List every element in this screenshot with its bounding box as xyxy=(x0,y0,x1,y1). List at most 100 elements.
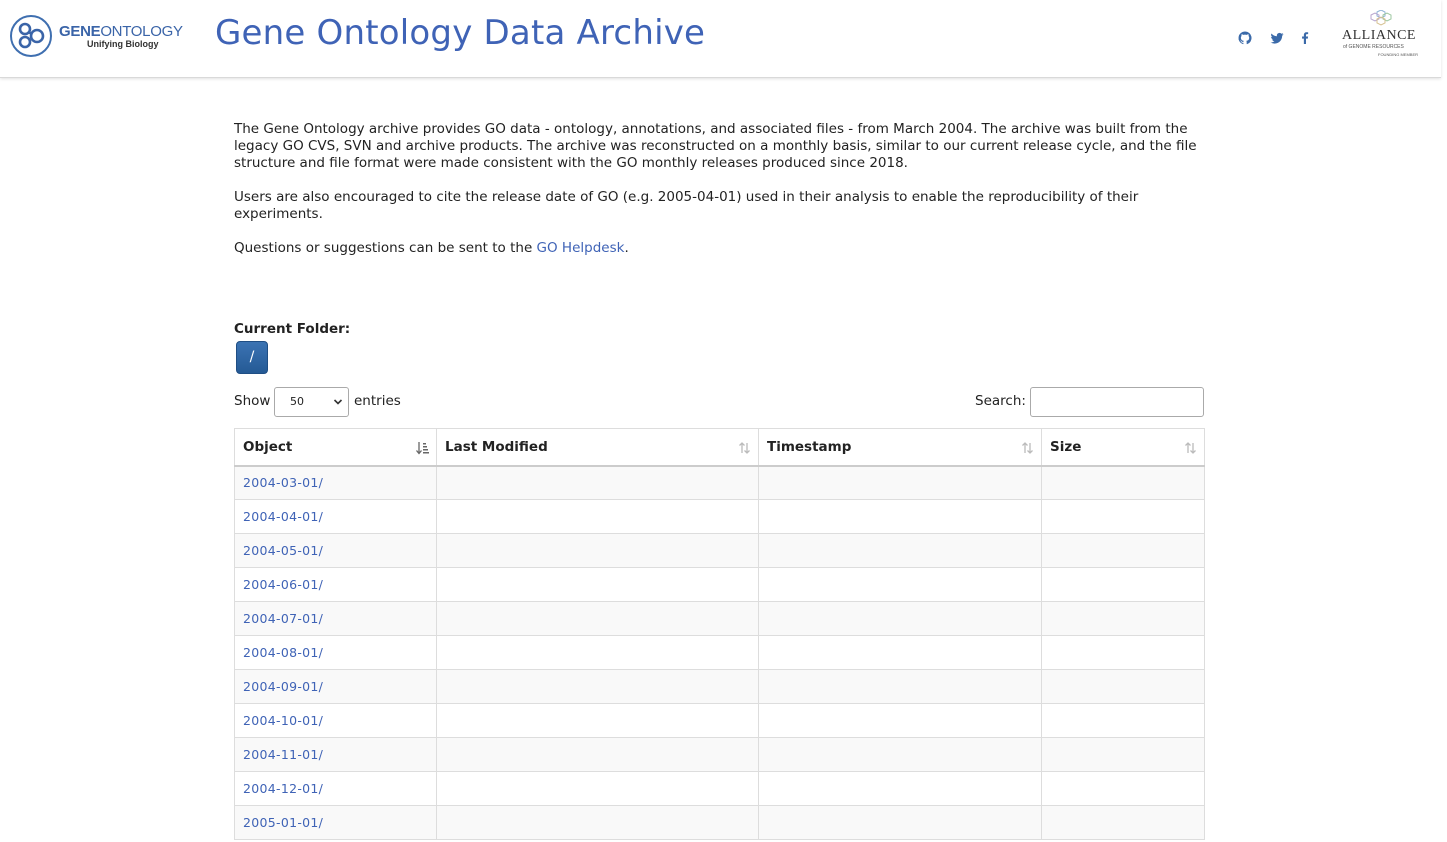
table-row: 2004-06-01/ xyxy=(234,567,1205,602)
intro-paragraph-1: The Gene Ontology archive provides GO da… xyxy=(234,121,1197,171)
current-folder-label: Current Folder: xyxy=(234,321,351,337)
column-label-size: Size xyxy=(1050,438,1082,455)
table-row: 2004-04-01/ xyxy=(234,499,1205,534)
column-label-object: Object xyxy=(243,438,293,455)
github-icon[interactable] xyxy=(1237,30,1253,46)
column-label-timestamp: Timestamp xyxy=(767,438,852,455)
table-row: 2005-01-01/ xyxy=(234,805,1205,840)
helpdesk-suffix: . xyxy=(624,240,629,256)
object-link[interactable]: 2004-09-01/ xyxy=(243,679,323,694)
object-cell: 2004-12-01/ xyxy=(234,771,437,806)
size-cell xyxy=(1041,465,1205,500)
size-cell xyxy=(1041,703,1205,738)
object-cell: 2004-06-01/ xyxy=(234,567,437,602)
last-modified-cell xyxy=(436,499,759,534)
alliance-name: ALLIANCE xyxy=(1342,28,1416,43)
entries-select-value: 50 xyxy=(290,395,304,408)
timestamp-cell xyxy=(758,737,1042,772)
helpdesk-prefix: Questions or suggestions can be sent to … xyxy=(234,240,537,256)
table-row: 2004-05-01/ xyxy=(234,533,1205,568)
alliance-subtitle: of GENOME RESOURCES xyxy=(1343,44,1404,50)
object-link[interactable]: 2004-08-01/ xyxy=(243,645,323,660)
alliance-founding-label: FOUNDING MEMBER xyxy=(1378,52,1418,57)
twitter-icon[interactable] xyxy=(1269,30,1285,46)
intro-section: The Gene Ontology archive provides GO da… xyxy=(234,121,1204,274)
column-header-last-modified[interactable]: Last Modified xyxy=(436,428,759,467)
last-modified-cell xyxy=(436,567,759,602)
intro-paragraph-3: Questions or suggestions can be sent to … xyxy=(234,240,1204,257)
logo-tagline: Unifying Biology xyxy=(87,39,159,49)
timestamp-cell xyxy=(758,465,1042,500)
last-modified-cell xyxy=(436,669,759,704)
last-modified-cell xyxy=(436,703,759,738)
table-row: 2004-11-01/ xyxy=(234,737,1205,772)
alliance-hexagon-icon xyxy=(1370,10,1392,26)
table-header-row: Object Last Modified Timestamp Size xyxy=(234,428,1205,467)
object-link[interactable]: 2004-07-01/ xyxy=(243,611,323,626)
size-cell xyxy=(1041,601,1205,636)
column-header-object[interactable]: Object xyxy=(234,428,437,467)
show-label: Show xyxy=(234,393,271,409)
logo-ontology-text: ONTOLOGY xyxy=(100,23,183,40)
root-folder-button[interactable]: / xyxy=(236,341,268,374)
last-modified-cell xyxy=(436,737,759,772)
size-cell xyxy=(1041,635,1205,670)
object-cell: 2004-07-01/ xyxy=(234,601,437,636)
object-link[interactable]: 2004-10-01/ xyxy=(243,713,323,728)
size-cell xyxy=(1041,669,1205,704)
gene-ontology-logo[interactable]: GENEONTOLOGY Unifying Biology xyxy=(10,14,190,62)
object-cell: 2004-04-01/ xyxy=(234,499,437,534)
archive-table: Object Last Modified Timestamp Size 2004… xyxy=(234,428,1205,840)
table-row: 2004-09-01/ xyxy=(234,669,1205,704)
facebook-icon[interactable] xyxy=(1297,30,1313,46)
timestamp-cell xyxy=(758,771,1042,806)
last-modified-cell xyxy=(436,465,759,500)
object-link[interactable]: 2004-04-01/ xyxy=(243,509,323,524)
object-cell: 2004-03-01/ xyxy=(234,465,437,500)
column-header-timestamp[interactable]: Timestamp xyxy=(758,428,1042,467)
go-helpdesk-link[interactable]: GO Helpdesk xyxy=(537,240,625,256)
object-link[interactable]: 2004-06-01/ xyxy=(243,577,323,592)
table-row: 2004-10-01/ xyxy=(234,703,1205,738)
size-cell xyxy=(1041,533,1205,568)
size-cell xyxy=(1041,771,1205,806)
sort-both-icon xyxy=(1185,442,1196,454)
logo-gene-text: GENE xyxy=(59,23,101,40)
size-cell xyxy=(1041,805,1205,840)
search-input[interactable] xyxy=(1030,387,1204,417)
last-modified-cell xyxy=(436,771,759,806)
entries-label: entries xyxy=(354,393,401,409)
size-cell xyxy=(1041,499,1205,534)
sort-ascending-icon xyxy=(416,442,429,455)
go-logo-icon xyxy=(10,15,52,57)
timestamp-cell xyxy=(758,669,1042,704)
chevron-down-icon xyxy=(333,399,343,405)
object-cell: 2004-09-01/ xyxy=(234,669,437,704)
object-link[interactable]: 2004-05-01/ xyxy=(243,543,323,558)
logo-wordmark: GENEONTOLOGY xyxy=(59,23,183,40)
object-link[interactable]: 2004-11-01/ xyxy=(243,747,323,762)
entries-select[interactable]: 50 xyxy=(274,387,349,417)
object-link[interactable]: 2004-03-01/ xyxy=(243,475,323,490)
last-modified-cell xyxy=(436,805,759,840)
table-row: 2004-03-01/ xyxy=(234,465,1205,500)
size-cell xyxy=(1041,567,1205,602)
last-modified-cell xyxy=(436,601,759,636)
last-modified-cell xyxy=(436,635,759,670)
table-row: 2004-07-01/ xyxy=(234,601,1205,636)
object-cell: 2004-08-01/ xyxy=(234,635,437,670)
timestamp-cell xyxy=(758,533,1042,568)
column-header-size[interactable]: Size xyxy=(1041,428,1205,467)
size-cell xyxy=(1041,737,1205,772)
timestamp-cell xyxy=(758,499,1042,534)
intro-paragraph-2: Users are also encouraged to cite the re… xyxy=(234,189,1139,222)
table-row: 2004-12-01/ xyxy=(234,771,1205,806)
object-link[interactable]: 2005-01-01/ xyxy=(243,815,323,830)
object-cell: 2004-05-01/ xyxy=(234,533,437,568)
object-link[interactable]: 2004-12-01/ xyxy=(243,781,323,796)
timestamp-cell xyxy=(758,703,1042,738)
sort-both-icon xyxy=(1022,442,1033,454)
timestamp-cell xyxy=(758,805,1042,840)
site-header: GENEONTOLOGY Unifying Biology Gene Ontol… xyxy=(0,0,1441,78)
alliance-logo[interactable]: ALLIANCE of GENOME RESOURCES FOUNDING ME… xyxy=(1340,10,1430,62)
